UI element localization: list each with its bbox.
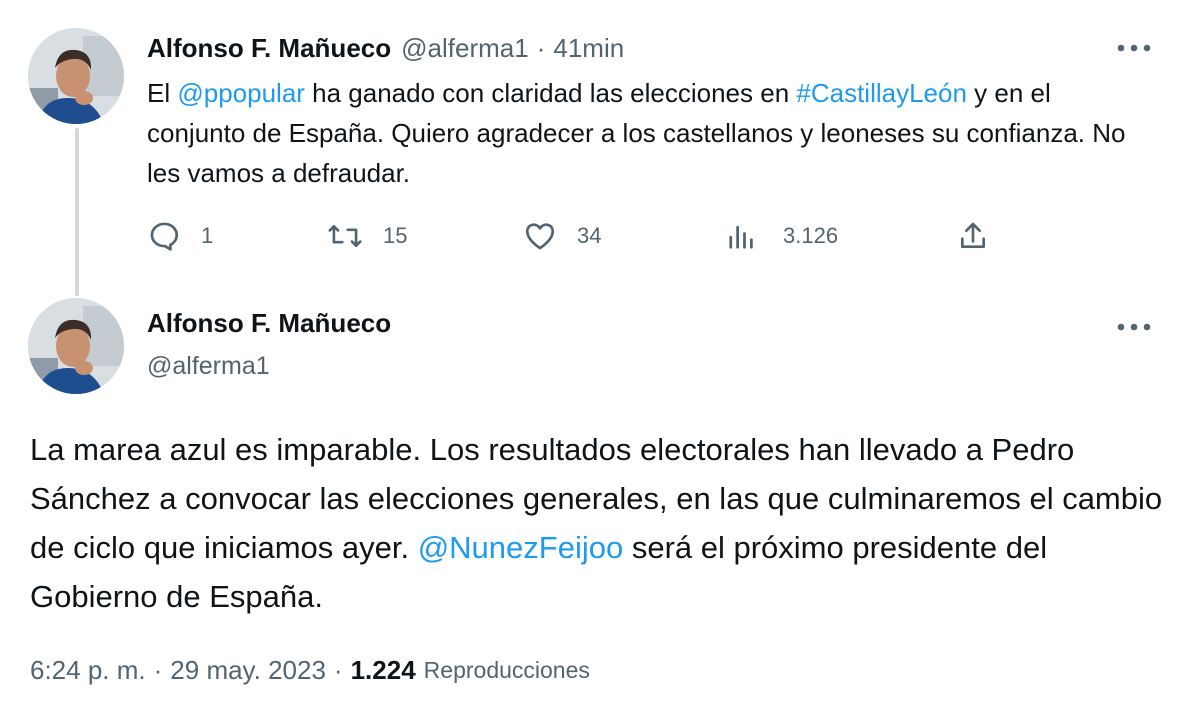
tweet-metadata: 6:24 p. m. · 29 may. 2023 · 1.224 Reprod…: [30, 648, 590, 692]
like-icon: [525, 223, 555, 250]
views-button[interactable]: 3.126: [727, 212, 838, 260]
tweet1-header: Alfonso F. Mañueco @alferma1 · 41min: [147, 26, 624, 70]
separator-dot: ·: [536, 32, 546, 63]
author-name[interactable]: Alfonso F. Mañueco: [147, 33, 391, 64]
views-icon: [729, 225, 753, 249]
retweet-icon: [328, 224, 362, 248]
reply-icon: [150, 222, 179, 251]
more-options-button[interactable]: [1114, 313, 1154, 341]
more-icon: [1117, 323, 1151, 331]
tweet-timestamp[interactable]: 41min: [553, 33, 624, 64]
views-count: 3.126: [783, 223, 839, 248]
tweet-action-bar: 1 15 34 3.126: [147, 212, 1007, 260]
like-count: 34: [577, 223, 602, 248]
mention-link[interactable]: @ppopular: [177, 78, 305, 108]
reply-count: 1: [201, 223, 214, 248]
tweet-time[interactable]: 6:24 p. m.: [30, 655, 146, 686]
author-avatar[interactable]: [28, 298, 124, 394]
avatar-photo-icon: [28, 298, 124, 394]
retweet-button[interactable]: 15: [327, 212, 407, 260]
tweet2-text: La marea azul es imparable. Los resultad…: [30, 425, 1170, 621]
author-avatar[interactable]: [28, 28, 124, 124]
mention-link[interactable]: @NunezFeijoo: [418, 530, 624, 565]
separator-dot: ·: [153, 654, 163, 685]
hashtag-link[interactable]: #CastillayLeón: [796, 78, 967, 108]
reply-button[interactable]: 1: [147, 212, 213, 260]
views-total: 1.224: [350, 654, 416, 685]
author-handle[interactable]: @alferma1: [147, 352, 270, 381]
share-button[interactable]: [957, 212, 989, 260]
avatar-photo-icon: [28, 28, 124, 124]
thread-connector-line: [75, 128, 79, 296]
separator-dot: ·: [333, 654, 343, 685]
retweet-count: 15: [383, 223, 408, 248]
views-label: Reproducciones: [423, 656, 590, 683]
more-icon: [1117, 44, 1151, 52]
tweet1-text: El @ppopular ha ganado con claridad las …: [147, 73, 1147, 193]
author-handle[interactable]: @alferma1: [401, 33, 529, 64]
author-name[interactable]: Alfonso F. Mañueco: [147, 308, 391, 339]
tweet-text-segment: El: [147, 78, 178, 108]
tweet-date[interactable]: 29 may. 2023: [170, 655, 326, 686]
like-button[interactable]: 34: [523, 212, 601, 260]
tweet-text-segment: ha ganado con claridad las elecciones en: [304, 78, 797, 108]
share-icon: [961, 222, 985, 248]
more-options-button[interactable]: [1114, 34, 1154, 62]
